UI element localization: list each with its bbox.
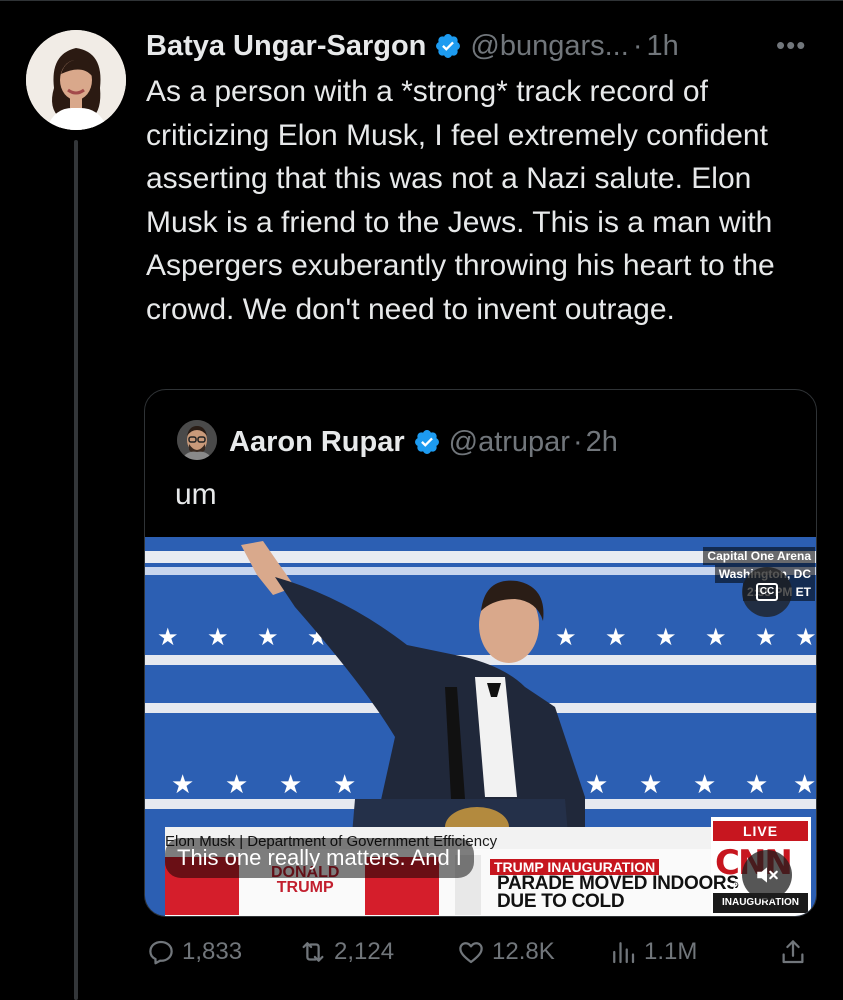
thread-line <box>74 140 78 1000</box>
heart-icon <box>459 942 483 964</box>
like-count: 12.8K <box>492 938 555 965</box>
svg-text:★: ★ <box>795 623 817 651</box>
quoted-verified-badge-icon <box>413 428 441 456</box>
quoted-header-separator: · <box>572 425 583 458</box>
live-badge: LIVE <box>713 821 808 841</box>
views-button[interactable]: 1.1M <box>608 930 697 974</box>
author-name[interactable]: Batya Ungar-Sargon <box>146 30 426 63</box>
svg-text:★: ★ <box>639 770 662 800</box>
mute-button[interactable] <box>742 850 792 900</box>
quoted-tweet-header: Aaron Rupar @atrupar · 2h <box>229 422 618 462</box>
views-chart-icon <box>613 942 635 964</box>
svg-text:★: ★ <box>745 770 768 800</box>
captions-button[interactable]: CC <box>742 567 792 617</box>
captions-icon: CC <box>755 583 779 601</box>
share-button[interactable] <box>778 930 814 974</box>
reply-icon <box>149 940 173 965</box>
svg-text:★: ★ <box>655 623 677 651</box>
views-count: 1.1M <box>644 938 698 965</box>
repost-button[interactable]: 2,124 <box>298 930 394 974</box>
share-icon <box>782 940 804 964</box>
lower-third-headline: PARADE MOVED INDOORS DUE TO COLD <box>497 874 739 912</box>
logo-line-2: TRUMP <box>276 879 334 896</box>
quoted-author-avatar[interactable] <box>177 420 217 460</box>
quoted-author-handle[interactable]: @atrupar <box>449 426 570 459</box>
video-player[interactable]: ★ ★ ★ ★ ★ ★ ★ ★ ★ ★ ★ ★ ★ ★ ★ ★ ★ ★ ★ Ca… <box>145 537 817 916</box>
svg-text:★: ★ <box>605 623 627 651</box>
top-divider <box>0 0 843 1</box>
repost-icon <box>302 942 324 962</box>
svg-text:★: ★ <box>693 770 716 800</box>
quoted-tweet-text: um <box>175 478 217 511</box>
svg-text:★: ★ <box>157 623 179 651</box>
reply-button[interactable]: 1,833 <box>146 930 242 974</box>
venue-name: Capital One Arena <box>703 547 815 565</box>
tweet-timestamp[interactable]: 1h <box>646 30 678 63</box>
author-avatar-image <box>26 30 126 130</box>
svg-text:★: ★ <box>705 623 727 651</box>
svg-text:★: ★ <box>279 770 302 800</box>
svg-text:★: ★ <box>207 623 229 651</box>
svg-text:★: ★ <box>555 623 577 651</box>
verified-badge-icon <box>434 32 462 60</box>
quoted-tweet-card[interactable]: Aaron Rupar @atrupar · 2h um ★ ★ ★ ★ ★ ★… <box>144 389 817 917</box>
tweet-header: Batya Ungar-Sargon @bungars... · 1h <box>146 26 679 66</box>
svg-text:★: ★ <box>171 770 194 800</box>
quoted-author-avatar-image <box>177 420 217 460</box>
svg-text:★: ★ <box>755 623 777 651</box>
svg-text:★: ★ <box>257 623 279 651</box>
svg-text:★: ★ <box>225 770 248 800</box>
author-avatar[interactable] <box>26 30 126 130</box>
headline-line-2: DUE TO COLD <box>497 891 625 912</box>
author-handle[interactable]: @bungars... <box>470 30 628 63</box>
quoted-tweet-timestamp[interactable]: 2h <box>586 426 618 459</box>
svg-text:★: ★ <box>333 770 356 800</box>
header-separator: · <box>632 29 643 62</box>
repost-count: 2,124 <box>334 938 395 965</box>
svg-text:★: ★ <box>793 770 816 800</box>
tweet-text: As a person with a *strong* track record… <box>146 75 775 326</box>
more-options-icon[interactable]: ••• <box>776 30 806 61</box>
action-bar: 1,833 2,124 12.8K 1.1M <box>146 930 816 974</box>
reply-count: 1,833 <box>182 938 243 965</box>
muted-speaker-icon <box>757 867 778 883</box>
video-caption: This one really matters. And I <box>165 838 474 878</box>
like-button[interactable]: 12.8K <box>456 930 555 974</box>
quoted-author-name[interactable]: Aaron Rupar <box>229 426 405 459</box>
svg-text:★: ★ <box>585 770 608 800</box>
